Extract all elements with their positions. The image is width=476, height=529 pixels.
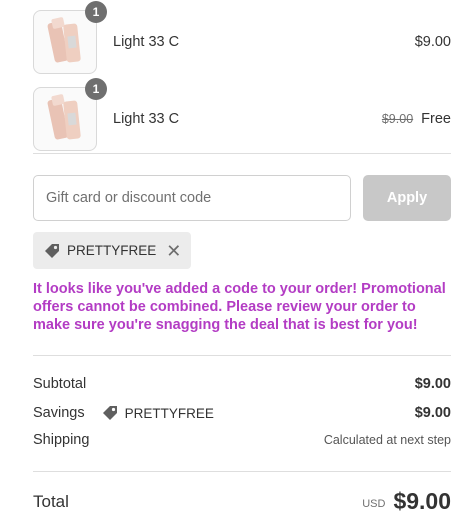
product-name: Light 33 C [113,111,180,127]
price-value: $9.00 [414,34,451,50]
product-thumbnail-wrap: 1 [33,1,107,74]
tag-icon [101,404,119,422]
divider [33,471,451,472]
applied-code-label: PRETTYFREE [67,243,157,258]
line-item: 1 Light 33 C $9.00 Free [33,78,451,151]
shipping-value: Calculated at next step [323,433,451,447]
quantity-badge: 1 [85,78,107,100]
original-price: $9.00 [381,112,414,126]
savings-label: Savings [33,405,85,421]
total-label: Total [33,491,69,511]
shipping-label: Shipping [33,432,90,448]
quantity-badge: 1 [85,1,107,23]
product-price: $9.00 [415,34,451,50]
savings-row: Savings PRETTYFREE $9.00 [33,404,451,422]
shipping-row: Shipping Calculated at next step [33,432,451,448]
discount-form: Apply [33,175,451,221]
subtotal-label: Subtotal [33,376,87,392]
subtotal-row: Subtotal $9.00 [33,376,451,392]
savings-value: $9.00 [414,405,451,421]
product-name: Light 33 C [113,34,180,50]
total-value: $9.00 [393,488,451,514]
divider [33,355,451,356]
discount-code-input[interactable] [33,175,351,221]
currency-code: USD [362,497,386,510]
tag-icon [43,242,61,260]
product-price: $9.00 Free [382,111,451,127]
final-price: Free [421,111,451,127]
close-icon[interactable]: ✕ [166,242,181,260]
savings-label-group: Savings PRETTYFREE [33,404,415,422]
product-thumbnail-wrap: 1 [33,78,107,151]
line-item: 1 Light 33 C $9.00 [33,1,451,74]
promo-warning-message: It looks like you've added a code to you… [33,281,446,333]
subtotal-value: $9.00 [414,376,451,392]
total-row: Total USD $9.00 [33,488,451,515]
savings-code: PRETTYFREE [124,405,214,421]
divider [33,153,451,154]
applied-discount-chip: PRETTYFREE ✕ [33,232,192,269]
savings-code-group: PRETTYFREE [101,404,214,422]
apply-button[interactable]: Apply [363,175,451,221]
